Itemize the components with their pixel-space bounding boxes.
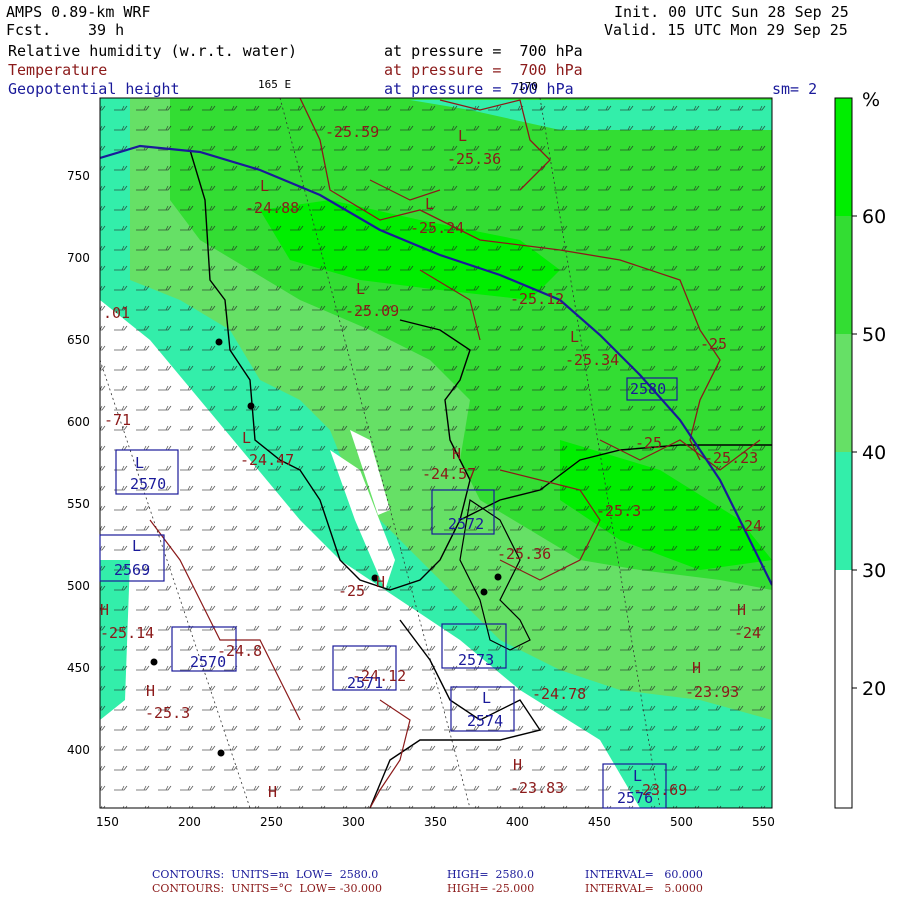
y-tick-700: 700 [67,251,90,265]
temp-label: -25.09 [345,302,400,320]
low-marker: L [242,429,252,447]
height-label: 2576 [617,789,654,807]
y-tick-550: 550 [67,497,90,511]
height-label: 2571 [347,674,384,692]
low-marker: L [132,537,142,555]
y-tick-500: 500 [67,579,90,593]
temp-label: -25.12 [510,290,565,308]
colorbar-tick-50: 50 [862,324,887,346]
low-marker: L [356,280,366,298]
temp-label: -24 [735,517,763,535]
y-tick-600: 600 [67,415,90,429]
footer-geo-high: HIGH= 2580.0 [447,868,535,881]
temp-label: .01 [103,304,131,322]
height-label: 2570 [190,653,227,671]
temp-label: -71 [104,411,132,429]
colorbar-tick-60: 60 [862,206,887,228]
height-label: 2569 [114,561,151,579]
temp-label: -24 [734,624,762,642]
rh-field [100,98,772,808]
low-marker: L [425,195,435,213]
temp-label: -25 [700,335,728,353]
footer-temp-contours: CONTOURS: UNITS=°C LOW= -30.000 [152,882,382,895]
height-label: 2572 [448,515,485,533]
height-label: 2570 [130,475,167,493]
temp-label: -24.88 [245,199,300,217]
high-marker: H [513,756,523,774]
temp-label: -23.93 [685,683,740,701]
temp-label: -25 [635,434,663,452]
temp-label: -25.36 [447,150,502,168]
temp-label: -25.14 [100,624,155,642]
temp-label: -25 [338,582,366,600]
footer-temp-interval: INTERVAL= 5.0000 [585,882,703,895]
x-tick-550: 550 [752,815,775,829]
footer-geo-interval: INTERVAL= 60.000 [585,868,703,881]
map-plot [99,97,857,809]
footer-temp-high: HIGH= -25.000 [447,882,535,895]
high-marker: H [376,573,386,591]
temp-label: -23.83 [510,779,565,797]
colorbar [834,97,857,809]
low-marker: L [135,454,145,472]
low-marker: L [482,689,492,707]
low-marker: L [570,328,580,346]
height-label: 2574 [467,712,504,730]
temp-label: -24.78 [532,685,587,703]
high-marker: H [452,445,462,463]
colorbar-tick-20: 20 [862,678,887,700]
x-tick-250: 250 [260,815,283,829]
temp-label: -25.23 [704,449,759,467]
x-tick-350: 350 [424,815,447,829]
x-tick-400: 400 [506,815,529,829]
temp-label: -25.24 [410,219,465,237]
low-marker: L [260,177,270,195]
high-marker: H [268,783,278,801]
colorbar-tick-40: 40 [862,442,887,464]
colorbar-unit: % [862,89,881,111]
temp-label: -25.3 [596,502,642,520]
high-marker: H [100,601,110,619]
temp-label: -25.3 [145,704,191,722]
low-marker: L [633,767,643,785]
x-tick-150: 150 [96,815,119,829]
colorbar-tick-30: 30 [862,560,887,582]
height-label: 2573 [458,651,495,669]
y-tick-400: 400 [67,743,90,757]
height-label: 2580 [630,380,667,398]
y-tick-450: 450 [67,661,90,675]
x-tick-300: 300 [342,815,365,829]
temp-label: -25.59 [325,123,380,141]
low-marker: L [458,127,468,145]
x-tick-200: 200 [178,815,201,829]
temp-label: -25.36 [497,545,552,563]
high-marker: H [692,659,702,677]
high-marker: H [146,682,156,700]
x-tick-500: 500 [670,815,693,829]
x-tick-450: 450 [588,815,611,829]
y-tick-650: 650 [67,333,90,347]
high-marker: H [737,601,747,619]
temp-label: -25.34 [565,351,620,369]
y-tick-750: 750 [67,169,90,183]
footer-geo-contours: CONTOURS: UNITS=m LOW= 2580.0 [152,868,379,881]
temp-label: -24.47 [240,451,295,469]
temp-label: -24.57 [422,465,477,483]
